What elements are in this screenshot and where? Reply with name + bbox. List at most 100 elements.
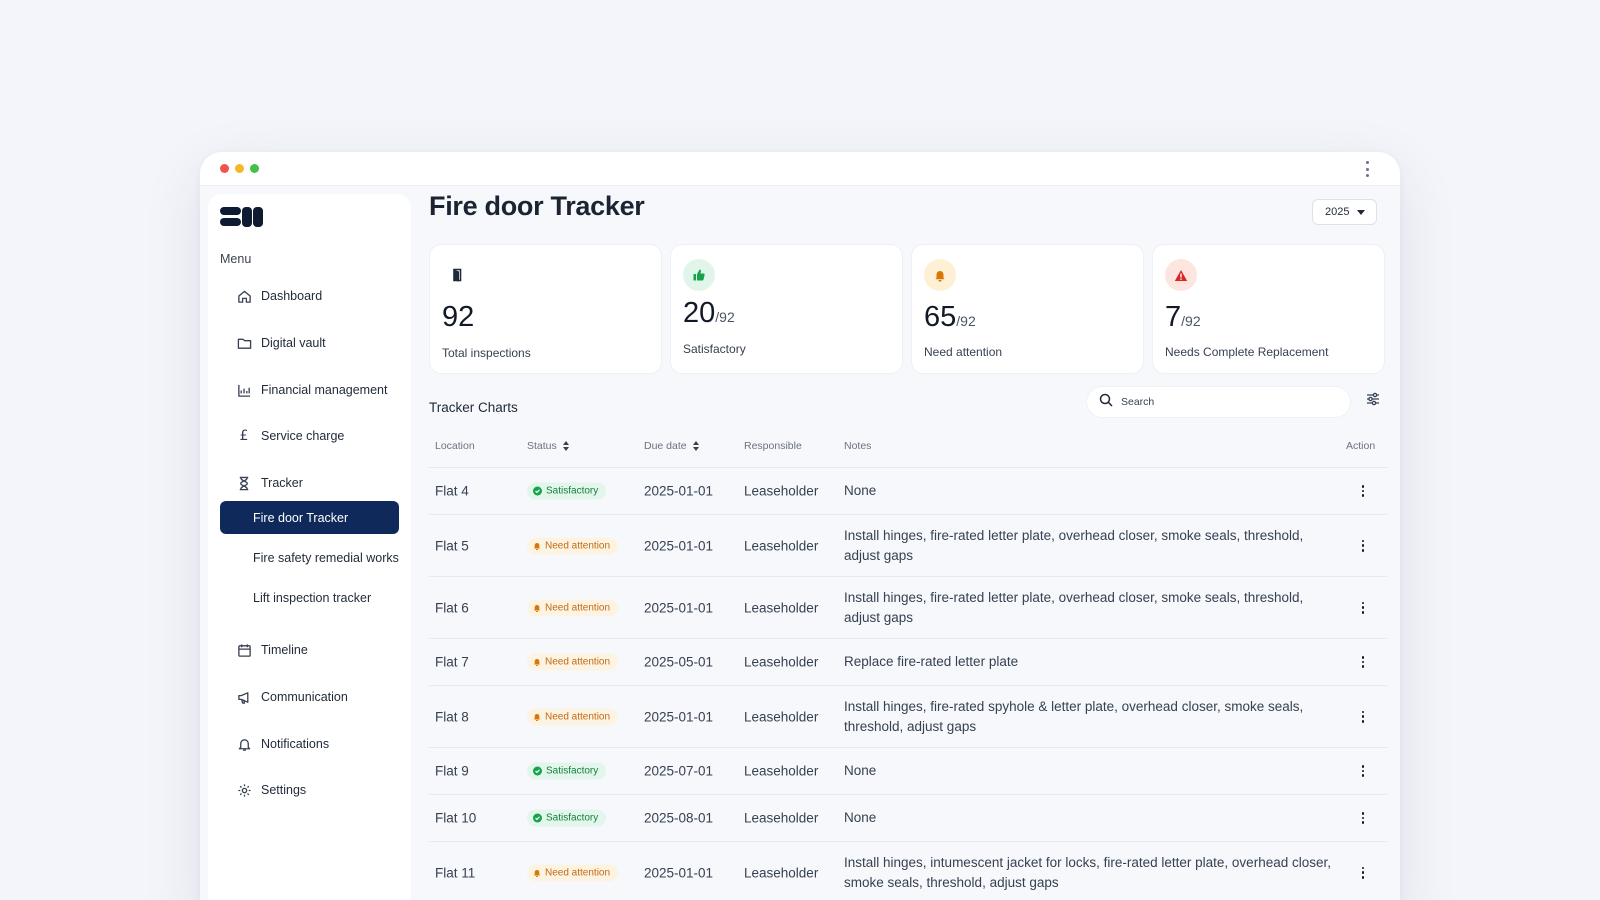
stat-label: Satisfactory xyxy=(683,342,746,356)
status-badge: Satisfactory xyxy=(527,809,607,827)
cell-notes: None xyxy=(844,483,877,498)
cell-due-date: 2025-01-01 xyxy=(644,538,714,553)
bell-icon xyxy=(533,868,541,877)
stat-card-needs-complete-replacement: 7/92 Needs Complete Replacement xyxy=(1152,244,1385,374)
row-actions-icon[interactable] xyxy=(1360,601,1366,614)
status-badge: Satisfactory xyxy=(527,482,607,500)
cell-responsible: Leaseholder xyxy=(744,865,819,880)
column-header-notes: Notes xyxy=(844,440,872,452)
close-window-dot[interactable] xyxy=(220,164,229,173)
app-window: Menu Dashboard Digital vault Financial m… xyxy=(200,152,1400,900)
sidebar-item-settings[interactable]: Settings xyxy=(236,780,306,800)
cell-notes: Replace fire-rated letter plate xyxy=(844,654,1019,669)
cell-due-date: 2025-01-01 xyxy=(644,483,714,499)
sidebar-item-label: Dashboard xyxy=(261,289,323,303)
tracker-section-title: Tracker Charts xyxy=(429,400,518,415)
table-row[interactable]: Flat 8 Need attention 2025-01-01 Leaseholde… xyxy=(429,685,1387,747)
stat-value: 65/92 xyxy=(924,301,976,333)
row-actions-icon[interactable] xyxy=(1360,866,1366,879)
pound-icon: £ xyxy=(239,428,249,444)
bell-icon xyxy=(236,736,252,752)
brand-logo xyxy=(220,207,263,227)
megaphone-icon xyxy=(236,689,252,705)
cell-notes: Install hinges, fire-rated spyhole & let… xyxy=(844,698,1304,734)
table-row[interactable]: Flat 7 Need attention 2025-05-01 Leaseholde… xyxy=(429,638,1387,685)
row-actions-icon[interactable] xyxy=(1360,656,1366,668)
row-actions-icon[interactable] xyxy=(1360,539,1366,552)
table-row[interactable]: Flat 11 Need attention 2025-01-01 Leasehold… xyxy=(429,841,1387,900)
sidebar-item-digital-vault[interactable]: Digital vault xyxy=(236,333,326,353)
cell-responsible: Leaseholder xyxy=(744,654,819,670)
table-row[interactable]: Flat 5 Need attention 2025-01-01 Leaseholde… xyxy=(429,514,1387,576)
minimize-window-dot[interactable] xyxy=(235,164,244,173)
stat-value: 92 xyxy=(442,301,475,333)
main-content: Fire door Tracker 2025 92 Total inspecti… xyxy=(429,186,1389,900)
table-row[interactable]: Flat 9 Satisfactory 2025-07-01 Leaseholder N… xyxy=(429,747,1387,794)
status-badge: Need attention xyxy=(527,653,619,671)
sidebar-item-label: Tracker xyxy=(261,476,303,490)
cell-responsible: Leaseholder xyxy=(744,709,819,724)
cell-location: Flat 11 xyxy=(435,865,476,880)
bell-icon xyxy=(533,712,541,721)
table-row[interactable]: Flat 6 Need attention 2025-01-01 Leaseholde… xyxy=(429,576,1387,638)
cell-due-date: 2025-05-01 xyxy=(644,654,714,670)
sidebar-item-timeline[interactable]: Timeline xyxy=(236,640,308,660)
cell-location: Flat 6 xyxy=(435,600,469,615)
warning-icon xyxy=(1165,259,1197,291)
cell-notes: Install hinges, fire-rated letter plate,… xyxy=(844,527,1304,563)
sort-icon[interactable] xyxy=(692,441,700,451)
stat-label: Need attention xyxy=(924,345,1003,359)
column-header-status[interactable]: Status xyxy=(527,440,570,452)
cell-responsible: Leaseholder xyxy=(744,600,819,615)
chevron-down-icon xyxy=(1357,210,1365,215)
chart-icon xyxy=(236,382,252,398)
window-more-icon[interactable] xyxy=(1364,161,1370,177)
status-badge: Need attention xyxy=(527,708,619,725)
bell-icon xyxy=(924,259,956,291)
sidebar-item-financial-management[interactable]: Financial management xyxy=(236,380,387,400)
page-title: Fire door Tracker xyxy=(429,191,645,221)
sidebar-subitem-fire-safety-remedial-works[interactable]: Fire safety remedial works xyxy=(220,541,399,574)
sidebar-item-label: Digital vault xyxy=(261,336,326,350)
folder-icon xyxy=(236,335,252,351)
row-actions-icon[interactable] xyxy=(1360,485,1366,497)
sidebar-subitem-fire-door-tracker[interactable]: Fire door Tracker xyxy=(220,501,399,534)
year-value: 2025 xyxy=(1325,206,1350,218)
row-actions-icon[interactable] xyxy=(1360,812,1366,824)
row-actions-icon[interactable] xyxy=(1360,710,1366,723)
status-badge: Need attention xyxy=(527,599,619,616)
sidebar-item-label: Settings xyxy=(261,783,307,797)
table-row[interactable]: Flat 4 Satisfactory 2025-01-01 Leaseholder N… xyxy=(429,467,1387,514)
check-circle-icon xyxy=(533,813,542,823)
gear-icon xyxy=(236,782,252,798)
search-icon xyxy=(1099,393,1113,412)
cell-notes: Install hinges, fire-rated letter plate,… xyxy=(844,589,1304,625)
column-header-responsible: Responsible xyxy=(744,440,802,452)
sort-icon[interactable] xyxy=(562,441,570,451)
stat-value: 20/92 xyxy=(683,297,735,329)
check-circle-icon xyxy=(533,766,542,776)
sidebar-item-communication[interactable]: Communication xyxy=(236,687,348,707)
filter-sliders-icon[interactable] xyxy=(1366,392,1386,412)
tracker-table-body: Flat 4 Satisfactory 2025-01-01 Leaseholder N… xyxy=(429,467,1387,900)
sidebar-item-notifications[interactable]: Notifications xyxy=(236,734,329,754)
search-box[interactable] xyxy=(1086,386,1351,418)
search-input[interactable] xyxy=(1121,396,1331,408)
sidebar-item-label: Timeline xyxy=(261,643,308,657)
sidebar-item-label: Communication xyxy=(261,690,348,704)
stat-label: Needs Complete Replacement xyxy=(1165,345,1329,359)
cell-due-date: 2025-01-01 xyxy=(644,709,714,724)
year-dropdown[interactable]: 2025 xyxy=(1312,199,1377,225)
column-header-due-date[interactable]: Due date xyxy=(644,440,700,452)
table-row[interactable]: Flat 10 Satisfactory 2025-08-01 Leaseholder… xyxy=(429,794,1387,841)
sidebar-subitem-lift-inspection-tracker[interactable]: Lift inspection tracker xyxy=(220,581,399,614)
sidebar-item-dashboard[interactable]: Dashboard xyxy=(236,286,322,306)
sidebar-item-label: Financial management xyxy=(261,383,388,397)
thumbs-up-icon xyxy=(683,259,715,291)
maximize-window-dot[interactable] xyxy=(250,164,259,173)
cell-location: Flat 5 xyxy=(435,538,469,553)
sidebar-item-tracker[interactable]: Tracker xyxy=(236,473,303,493)
cell-notes: Install hinges, intumescent jacket for l… xyxy=(844,854,1331,890)
row-actions-icon[interactable] xyxy=(1360,765,1366,777)
sidebar-item-service-charge[interactable]: £ Service charge xyxy=(236,426,345,446)
